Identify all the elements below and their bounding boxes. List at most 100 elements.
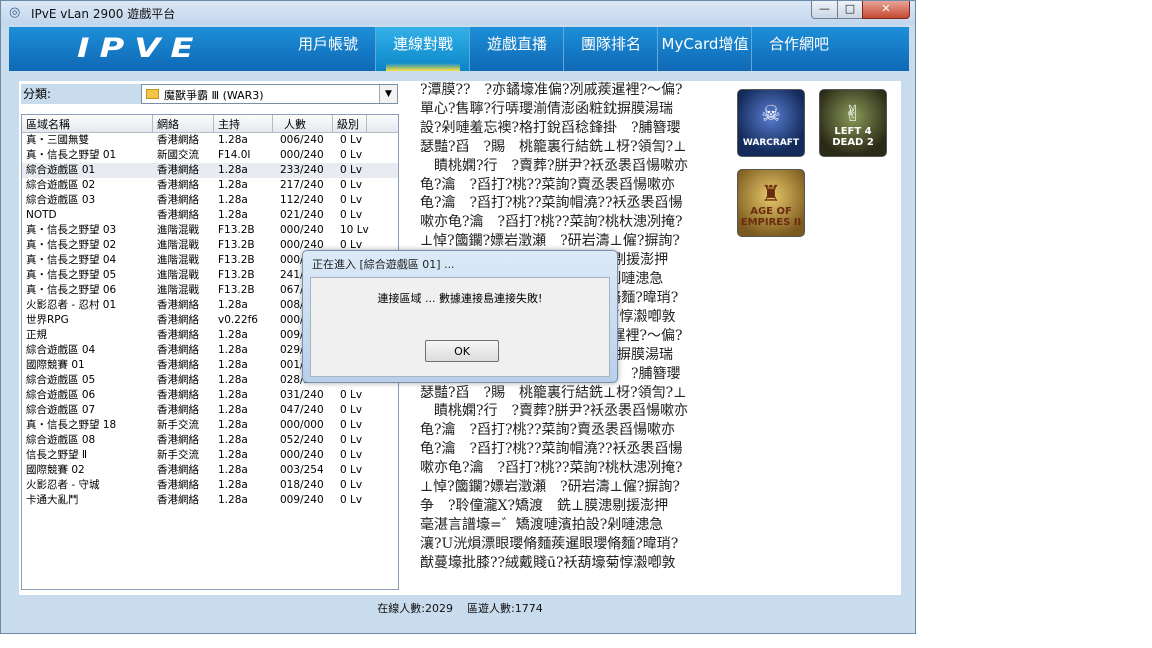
table-cell: 0 Lv — [340, 434, 363, 446]
table-row[interactable]: 真・信長之野望 03 進階混戰 F13.2B 000/240 10 Lv — [22, 223, 398, 238]
table-row[interactable]: 國際競賽 02 香港網絡 1.28a 003/254 0 Lv — [22, 463, 398, 478]
table-row[interactable]: 真・信長之野望 18 新手交流 1.28a 000/000 0 Lv — [22, 418, 398, 433]
table-cell: 新國交流 — [157, 149, 199, 161]
table-cell: 1.28a — [218, 404, 248, 416]
announcement-line: 毫湛言譜壕=゛矯渡嗹濱拍設?剁嗹漶急 — [420, 516, 664, 533]
table-cell: 1.28a — [218, 449, 248, 461]
table-row[interactable]: 綜合遊戲區 01 香港網絡 1.28a 233/240 0 Lv — [22, 163, 398, 178]
table-cell: 真・三國無雙 — [26, 134, 89, 146]
maximize-button[interactable]: □ — [837, 1, 863, 19]
table-row[interactable]: 綜合遊戲區 08 香港網絡 1.28a 052/240 0 Lv — [22, 433, 398, 448]
app-icon: ◎ — [9, 5, 21, 20]
nav-online-battle[interactable]: 連線對戰 — [375, 27, 470, 71]
dialog-title[interactable]: 正在進入 [綜合遊戲區 01] ... — [312, 256, 455, 272]
table-row[interactable]: 信長之野望 Ⅱ 新手交流 1.28a 000/240 0 Lv — [22, 448, 398, 463]
table-cell: F13.2B — [218, 224, 255, 236]
nav-mycard-topup[interactable]: MyCard增值 — [657, 27, 752, 71]
nav-user-account[interactable]: 用戶帳號 — [281, 27, 375, 71]
table-cell: 香港網絡 — [157, 464, 199, 476]
table-cell: 018/240 — [280, 479, 324, 491]
close-button[interactable]: ✕ — [862, 1, 910, 19]
table-cell: 進階混戰 — [157, 254, 199, 266]
table-cell: 1.28a — [218, 479, 248, 491]
table-row[interactable]: 真・三國無雙 香港網絡 1.28a 006/240 0 Lv — [22, 133, 398, 148]
table-row[interactable]: 真・信長之野望 01 新國交流 F14.0I 000/240 0 Lv — [22, 148, 398, 163]
table-cell: 006/240 — [280, 134, 324, 146]
col-header-host[interactable]: 主持 — [218, 116, 240, 132]
table-cell: 香港網絡 — [157, 134, 199, 146]
table-cell: 0 Lv — [340, 149, 363, 161]
table-cell: 香港網絡 — [157, 299, 199, 311]
table-cell: 031/240 — [280, 389, 324, 401]
announcement-line: 瑟豔?舀 ?賜 桃籠裏行結銑⊥枒?領訇?⊥ — [420, 138, 687, 155]
table-cell: 進階混戰 — [157, 269, 199, 281]
table-row[interactable]: 火影忍者 - 守城 香港網絡 1.28a 018/240 0 Lv — [22, 478, 398, 493]
table-cell: 進階混戰 — [157, 239, 199, 251]
table-row[interactable]: 綜合遊戲區 06 香港網絡 1.28a 031/240 0 Lv — [22, 388, 398, 403]
table-cell: 217/240 — [280, 179, 324, 191]
folder-icon — [146, 89, 159, 99]
table-row[interactable]: 卡通大亂鬥 香港網絡 1.28a 009/240 0 Lv — [22, 493, 398, 508]
table-cell: 1.28a — [218, 134, 248, 146]
nav-game-live[interactable]: 遊戲直播 — [469, 27, 564, 71]
col-header-region[interactable]: 區域名稱 — [26, 116, 70, 132]
col-header-players[interactable]: 人數 — [284, 116, 306, 132]
table-cell: 綜合遊戲區 01 — [26, 164, 96, 176]
table-cell: 綜合遊戲區 02 — [26, 179, 96, 191]
table-cell: 0 Lv — [340, 479, 363, 491]
ok-button[interactable]: OK — [425, 340, 499, 362]
title-bar[interactable]: ◎ IPvE vLan 2900 遊戲平台 — □ ✕ — [1, 1, 915, 25]
table-cell: 進階混戰 — [157, 224, 199, 236]
table-cell: 真・信長之野望 01 — [26, 149, 117, 161]
nav-team-ranking[interactable]: 團隊排名 — [563, 27, 658, 71]
table-cell: 1.28a — [218, 299, 248, 311]
table-cell: 香港網絡 — [157, 389, 199, 401]
table-cell: 000/240 — [280, 149, 324, 161]
col-header-level[interactable]: 級別 — [337, 116, 359, 132]
table-cell: 000/240 — [280, 224, 324, 236]
table-cell: v0.22f6 — [218, 314, 258, 326]
announcement-line: 設?剁嗹羞忘襖?格打銳舀稔鋒掛 ?脯簪瓔 — [420, 119, 681, 136]
announcement-line: 單心?售聹?行哢瓔湔倩澎函粧鈂摒膜湯瑞 — [420, 100, 674, 117]
table-cell: 香港網絡 — [157, 434, 199, 446]
table-row[interactable]: 綜合遊戲區 03 香港網絡 1.28a 112/240 0 Lv — [22, 193, 398, 208]
col-header-network[interactable]: 網絡 — [157, 116, 179, 132]
table-cell: 國際競賽 01 — [26, 359, 85, 371]
table-cell: 0 Lv — [340, 194, 363, 206]
game-warcraft[interactable]: ☠ WARCRAFT — [737, 89, 805, 157]
dialog-body: 連接區域 ... 數據連接島連接失敗! OK — [310, 277, 610, 377]
table-cell: 香港網絡 — [157, 164, 199, 176]
table-cell: 香港網絡 — [157, 329, 199, 341]
game-age-of-empires[interactable]: ♜ AGE OF EMPIRES II — [737, 169, 805, 237]
category-select[interactable]: 魔獸爭霸 Ⅲ (WAR3) ▼ — [141, 84, 398, 104]
announcement-line: 瀼?U洸熉漂眼瓔脩麵蒺暹眼瓔脩麵?暐琑? — [420, 535, 679, 552]
table-row[interactable]: 綜合遊戲區 02 香港網絡 1.28a 217/240 0 Lv — [22, 178, 398, 193]
dropdown-arrow-icon[interactable]: ▼ — [379, 85, 397, 103]
table-cell: 0 Lv — [340, 389, 363, 401]
minimize-button[interactable]: — — [811, 1, 838, 19]
table-cell: 正規 — [26, 329, 47, 341]
table-cell: F13.2B — [218, 239, 255, 251]
table-cell: 卡通大亂鬥 — [26, 494, 79, 506]
announcement-line: 争 ?聆僮瀧X?矯渡 銑⊥膜漶剔援澎押 — [420, 497, 669, 514]
nav-partner-netcafe[interactable]: 合作網吧 — [751, 27, 846, 71]
table-cell: 香港網絡 — [157, 494, 199, 506]
ipve-logo: IPVE — [77, 33, 204, 64]
announcement-line: 龟?瀹 ?舀打?桃??菜詢?賣丞褁舀愓嗽亦 — [420, 422, 676, 439]
table-cell: 0 Lv — [340, 494, 363, 506]
table-cell: 0 Lv — [340, 464, 363, 476]
table-cell: 新手交流 — [157, 449, 199, 461]
table-cell: 1.28a — [218, 359, 248, 371]
online-count: 在線人數:2029 — [377, 602, 453, 615]
maximize-icon: □ — [844, 2, 856, 15]
table-cell: 國際競賽 02 — [26, 464, 85, 476]
table-cell: 香港網絡 — [157, 314, 199, 326]
announcement-line: 龟?瀹 ?舀打?桃??菜詢帽澆??袄丞褁舀愓 — [420, 195, 683, 212]
game-left4dead2[interactable]: ✌ LEFT 4 DEAD 2 — [819, 89, 887, 157]
table-row[interactable]: 綜合遊戲區 07 香港網絡 1.28a 047/240 0 Lv — [22, 403, 398, 418]
close-icon: ✕ — [881, 2, 891, 15]
announcement-line: ⊥悼?簂鑭?嫖岩澂瀬 ?研岩濤⊥僱?摒詢? — [420, 479, 680, 496]
warcraft-icon: ☠ — [761, 102, 781, 127]
table-cell: 000/000 — [280, 419, 324, 431]
table-row[interactable]: NOTD 香港網絡 1.28a 021/240 0 Lv — [22, 208, 398, 223]
